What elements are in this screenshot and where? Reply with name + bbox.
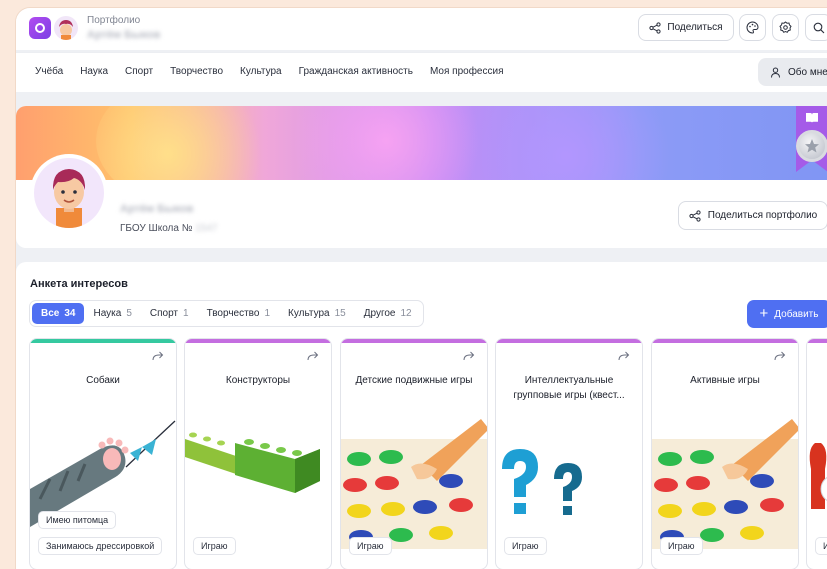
about-me-button[interactable]: Обо мне bbox=[758, 58, 827, 86]
section-title: Анкета интересов bbox=[30, 278, 128, 290]
profile-school: ГБОУ Школа № 1547 bbox=[120, 223, 217, 234]
plus-icon: + bbox=[759, 305, 769, 322]
search-icon bbox=[813, 22, 824, 33]
school-label: ГБОУ Школа № bbox=[120, 223, 193, 234]
share-label: Поделиться bbox=[667, 22, 723, 33]
interests-section: Анкета интересов Все 34 Наука 5 Спорт 1 Тво… bbox=[16, 262, 827, 569]
tag-chip: Играю bbox=[504, 537, 547, 555]
share-icon bbox=[689, 209, 701, 222]
medal-icon[interactable] bbox=[796, 130, 827, 162]
palette-button[interactable] bbox=[739, 14, 766, 41]
lego-bricks-illustration bbox=[185, 432, 320, 493]
tab-all[interactable]: Все 34 bbox=[32, 303, 85, 324]
tag-chip: Имею питомца bbox=[38, 511, 117, 529]
tag-chip: Играю bbox=[660, 537, 703, 555]
palette-icon bbox=[746, 21, 759, 34]
share-button[interactable]: Поделиться bbox=[638, 14, 734, 41]
nav-item-sport[interactable]: Спорт bbox=[125, 66, 153, 77]
card-title: Интеллектуальные групповые игры (квест..… bbox=[513, 375, 625, 401]
book-icon bbox=[806, 113, 818, 123]
share-arrow-icon[interactable] bbox=[152, 351, 164, 361]
settings-button[interactable] bbox=[772, 14, 799, 41]
top-bar: Портфолио Артём Быков Поделиться bbox=[16, 8, 827, 50]
add-label: Добавить bbox=[774, 308, 819, 320]
user-icon bbox=[771, 67, 780, 78]
tab-sport[interactable]: Спорт 1 bbox=[141, 303, 198, 324]
school-number: 1547 bbox=[195, 223, 218, 234]
nav-item-creativity[interactable]: Творчество bbox=[170, 66, 223, 77]
gear-icon bbox=[779, 21, 792, 33]
tab-creativity[interactable]: Творчество 1 bbox=[198, 303, 279, 324]
nav-item-civic-activity[interactable]: Гражданская активность bbox=[299, 66, 413, 77]
tab-other[interactable]: Другое 12 bbox=[355, 303, 421, 324]
card-title: Детские подвижные игры bbox=[355, 375, 473, 386]
interest-card-group-quest-games[interactable]: Интеллектуальные групповые игры (квест..… bbox=[495, 338, 643, 569]
nav-item-culture[interactable]: Культура bbox=[240, 66, 282, 77]
app-title: Портфолио bbox=[87, 15, 141, 26]
share-icon bbox=[649, 21, 661, 34]
card-title: Активные игры bbox=[690, 375, 760, 386]
tag-chip: Занимаюсь дрессировкой bbox=[38, 537, 163, 555]
nav-item-science[interactable]: Наука bbox=[80, 66, 108, 77]
twister-game-illustration bbox=[341, 419, 487, 549]
about-me-label: Обо мне bbox=[788, 66, 827, 78]
user-name: Артём Быков bbox=[87, 29, 161, 41]
share-arrow-icon[interactable] bbox=[307, 351, 319, 361]
share-portfolio-label: Поделиться портфолио bbox=[707, 210, 818, 221]
interest-tabs: Все 34 Наука 5 Спорт 1 Творчество 1 Культура… bbox=[29, 300, 424, 327]
interest-card-kids-outdoor-games[interactable]: Детские подвижные игры Играю bbox=[340, 338, 488, 569]
profile-banner bbox=[16, 106, 827, 180]
card-title: Конструкторы bbox=[225, 375, 291, 386]
app-window: Портфолио Артём Быков Поделиться Учёба Н… bbox=[16, 8, 827, 569]
interest-card-partial[interactable]: И bbox=[806, 338, 827, 569]
profile-name: Артём Быков bbox=[120, 203, 194, 215]
avatar bbox=[54, 16, 78, 40]
tag-chip: Играю bbox=[349, 537, 392, 555]
share-arrow-icon[interactable] bbox=[618, 351, 630, 361]
tag-chip: И bbox=[815, 537, 827, 555]
tag-chip: Играю bbox=[193, 537, 236, 555]
interest-card-active-games[interactable]: Активные игры Играю bbox=[651, 338, 799, 569]
search-button[interactable] bbox=[805, 14, 827, 41]
profile-avatar[interactable] bbox=[30, 154, 108, 232]
add-interest-button[interactable]: + Добавить bbox=[747, 300, 827, 328]
nav-item-study[interactable]: Учёба bbox=[35, 66, 63, 77]
main-nav: Учёба Наука Спорт Творчество Культура Гр… bbox=[16, 52, 827, 92]
interest-card-dogs[interactable]: Собаки Имею питомца Занимаюсь дрессировк… bbox=[29, 338, 177, 569]
twister-game-illustration bbox=[652, 419, 798, 549]
card-title: Собаки bbox=[86, 375, 120, 386]
card-illustration bbox=[809, 443, 827, 509]
brand[interactable]: Портфолио Артём Быков bbox=[29, 14, 160, 42]
question-marks-illustration bbox=[502, 449, 582, 515]
portfolio-logo-icon bbox=[29, 17, 51, 39]
profile-card: Артём Быков ГБОУ Школа № 1547 Поделиться… bbox=[16, 106, 827, 248]
tab-science[interactable]: Наука 5 bbox=[84, 303, 140, 324]
share-portfolio-button[interactable]: Поделиться портфолио bbox=[678, 201, 827, 230]
share-arrow-icon[interactable] bbox=[774, 351, 786, 361]
tab-culture[interactable]: Культура 15 bbox=[279, 303, 355, 324]
interest-card-constructors[interactable]: Конструкторы Играю bbox=[184, 338, 332, 569]
share-arrow-icon[interactable] bbox=[463, 351, 475, 361]
nav-item-my-profession[interactable]: Моя профессия bbox=[430, 66, 504, 77]
